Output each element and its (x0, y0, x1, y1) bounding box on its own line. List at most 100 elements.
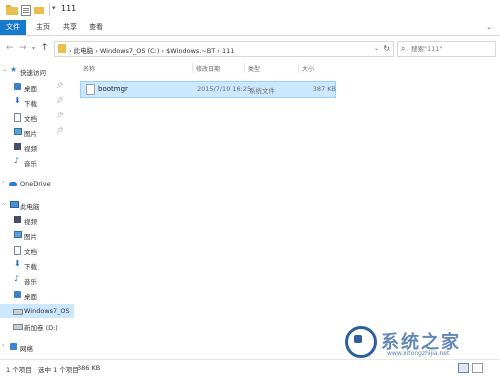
desktop-icon (14, 83, 21, 90)
properties-icon[interactable] (21, 5, 31, 16)
nav-label: OneDrive (20, 180, 51, 188)
nav-pc-documents[interactable]: 文档 (0, 243, 74, 257)
nav-pc-music[interactable]: ♪ 音乐 (0, 273, 74, 287)
brand-logo-icon (345, 326, 377, 358)
video-icon (14, 216, 21, 223)
address-bar[interactable]: › 此电脑 › Windows7_OS (C:) › $Windows.~BT … (54, 41, 394, 57)
customize-toolbar-icon[interactable]: ▾ (52, 4, 56, 12)
expand-ribbon-icon[interactable]: ⌄ (486, 23, 492, 31)
nav-label: 文档 (24, 248, 37, 256)
search-box[interactable]: ⌕ (397, 41, 496, 57)
nav-pc-pictures[interactable]: 图片 (0, 228, 74, 242)
nav-documents[interactable]: 文档 📌︎ (0, 110, 74, 124)
nav-videos[interactable]: 视频 (0, 140, 74, 154)
file-type: 系统文件 (249, 87, 275, 95)
picture-icon (14, 231, 22, 238)
title-bar: ▾ 111 (0, 0, 500, 20)
cloud-icon (9, 182, 17, 186)
watermark: 系统之家 www.xitongzhijia.net (345, 326, 495, 360)
quick-access-separator (49, 3, 50, 16)
column-header-type[interactable]: 类型 (248, 64, 260, 73)
pin-icon: 📌︎ (56, 127, 64, 134)
nav-this-pc[interactable]: ⌄ 此电脑 (0, 198, 74, 212)
table-row[interactable]: bootmgr 2015/7/10 16:25 系统文件 387 KB (80, 81, 336, 98)
nav-desktop[interactable]: 桌面 📌︎ (0, 80, 74, 94)
nav-drive-c[interactable]: Windows7_OS (0, 304, 74, 318)
refresh-icon[interactable]: ↻ (383, 44, 390, 53)
column-divider[interactable] (244, 63, 245, 73)
item-count: 1 个项目 (6, 366, 32, 374)
tab-home[interactable]: 主页 (30, 20, 56, 35)
nav-pc-desktop[interactable]: 桌面 (0, 288, 74, 302)
search-input[interactable] (411, 43, 491, 54)
pin-icon: 📌︎ (56, 82, 64, 89)
column-divider[interactable] (298, 63, 299, 73)
network-icon (10, 343, 17, 350)
system-file-icon (86, 84, 95, 95)
breadcrumb[interactable]: › 此电脑 › Windows7_OS (C:) › $Windows.~BT … (69, 45, 234, 55)
nav-label: 桌面 (24, 85, 37, 93)
file-size: 387 KB (312, 85, 336, 93)
window-title: 111 (61, 4, 77, 13)
address-row: ← → ▾ ↑ › 此电脑 › Windows7_OS (C:) › $Wind… (0, 36, 500, 60)
pin-icon: 📌︎ (56, 112, 64, 119)
chevron-down-icon[interactable]: ⌄ (2, 66, 7, 73)
nav-label: 新加卷 (D:) (24, 324, 58, 332)
music-icon: ♪ (14, 156, 20, 165)
recent-locations-button[interactable]: ▾ (32, 45, 35, 52)
nav-music[interactable]: ♪ 音乐 (0, 155, 74, 169)
chevron-down-icon[interactable]: ⌄ (2, 200, 7, 207)
up-button[interactable]: ↑ (41, 43, 49, 53)
nav-onedrive[interactable]: › OneDrive (0, 177, 74, 191)
folder-icon (6, 5, 18, 15)
watermark-url: www.xitongzhijia.net (387, 350, 450, 357)
nav-label: 此电脑 (20, 203, 40, 211)
nav-label: 快速访问 (20, 69, 46, 77)
nav-label: 视频 (24, 218, 37, 226)
column-divider[interactable] (192, 63, 193, 73)
column-header-name[interactable]: 名称 (83, 64, 95, 73)
new-folder-icon[interactable] (34, 5, 44, 15)
nav-label: 音乐 (24, 278, 37, 286)
tab-share[interactable]: 共享 (57, 20, 83, 35)
search-icon: ⌕ (401, 44, 406, 53)
forward-button[interactable]: → (19, 43, 27, 53)
nav-drive-d[interactable]: 新加卷 (D:) (0, 319, 74, 333)
video-icon (14, 143, 21, 150)
nav-pictures[interactable]: 图片 📌︎ (0, 125, 74, 139)
folder-icon (58, 44, 66, 53)
large-icons-view-icon[interactable] (472, 363, 483, 373)
selection-size: 386 KB (77, 364, 101, 372)
download-icon: ⬇ (14, 259, 21, 268)
nav-label: 下载 (24, 100, 37, 108)
nav-network[interactable]: › 网络 (0, 340, 74, 354)
file-modified: 2015/7/10 16:25 (197, 85, 252, 93)
computer-icon (10, 201, 19, 208)
nav-pc-videos[interactable]: 视频 (0, 213, 74, 227)
star-icon: ★ (10, 65, 18, 74)
download-icon: ⬇ (14, 96, 21, 105)
chevron-right-icon[interactable]: › (2, 179, 4, 186)
nav-pc-downloads[interactable]: ⬇ 下载 (0, 258, 74, 272)
chevron-right-icon[interactable]: › (2, 342, 4, 349)
nav-label: 音乐 (24, 160, 37, 168)
column-header-modified[interactable]: 修改日期 (196, 64, 220, 73)
tab-view[interactable]: 查看 (83, 20, 109, 35)
back-button[interactable]: ← (6, 43, 14, 53)
navigation-pane: ⌄ ★ 快速访问 桌面 📌︎ ⬇ 下载 📌︎ 文档 📌︎ 图片 📌︎ 视频 ♪ … (0, 61, 74, 359)
nav-label: 图片 (24, 233, 37, 241)
tab-file[interactable]: 文件 (0, 20, 26, 35)
nav-quick-access[interactable]: ⌄ ★ 快速访问 (0, 64, 74, 78)
details-view-icon[interactable] (458, 363, 469, 373)
nav-label: 网络 (20, 345, 33, 353)
column-header-size[interactable]: 大小 (302, 64, 314, 73)
nav-label: 文档 (24, 115, 37, 123)
pin-icon: 📌︎ (56, 97, 64, 104)
music-icon: ♪ (14, 274, 20, 283)
selection-count: 选中 1 个项目 (38, 366, 79, 374)
nav-downloads[interactable]: ⬇ 下载 📌︎ (0, 95, 74, 109)
address-history-icon[interactable]: ⌄ (374, 45, 379, 52)
desktop-icon (14, 291, 21, 298)
nav-label: 视频 (24, 145, 37, 153)
file-list: 名称 修改日期 类型 大小 bootmgr 2015/7/10 16:25 系统… (78, 61, 500, 359)
